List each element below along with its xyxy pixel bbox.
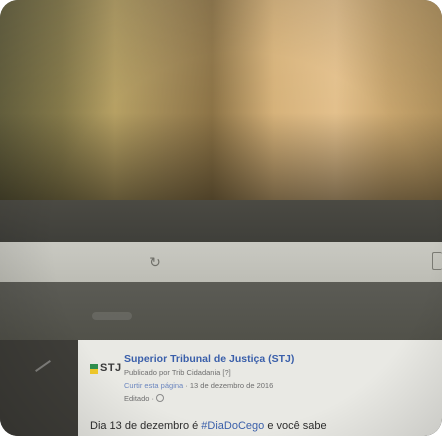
post-meta: Curtir esta página · 13 de dezembro de 2… [124, 381, 273, 390]
monitor-bezel [0, 200, 442, 242]
blurred-background [0, 0, 442, 205]
post-body-prefix: Dia 13 de dezembro é [90, 420, 202, 432]
post-body-suffix: e você sabe [264, 420, 327, 432]
published-by: Publicado por Trib Cidadania [?] [124, 368, 231, 377]
reload-icon[interactable]: ↻ [148, 255, 162, 269]
webpage-header-area [0, 282, 442, 342]
blurred-text [92, 312, 132, 320]
like-page-link[interactable]: Curtir esta página [124, 381, 183, 390]
hashtag-link[interactable]: #DiaDoCego [201, 420, 264, 432]
logo-text: STJ [100, 362, 122, 374]
photo: ↻ STJ Superior Tribunal de Justiça (STJ)… [0, 0, 442, 436]
left-column [0, 340, 78, 436]
edited-text: Editado · [124, 394, 155, 403]
page-name-link[interactable]: Superior Tribunal de Justiça (STJ) [124, 353, 294, 365]
stj-logo[interactable]: STJ [90, 362, 121, 375]
share-icon[interactable] [432, 252, 442, 270]
post-date: · 13 de dezembro de 2016 [183, 381, 274, 390]
post-body: Dia 13 de dezembro é #DiaDoCego e você s… [90, 420, 327, 432]
edited-label: Editado · [124, 394, 165, 403]
flag-icon [90, 364, 98, 374]
browser-toolbar [0, 242, 442, 282]
globe-icon [156, 394, 165, 402]
